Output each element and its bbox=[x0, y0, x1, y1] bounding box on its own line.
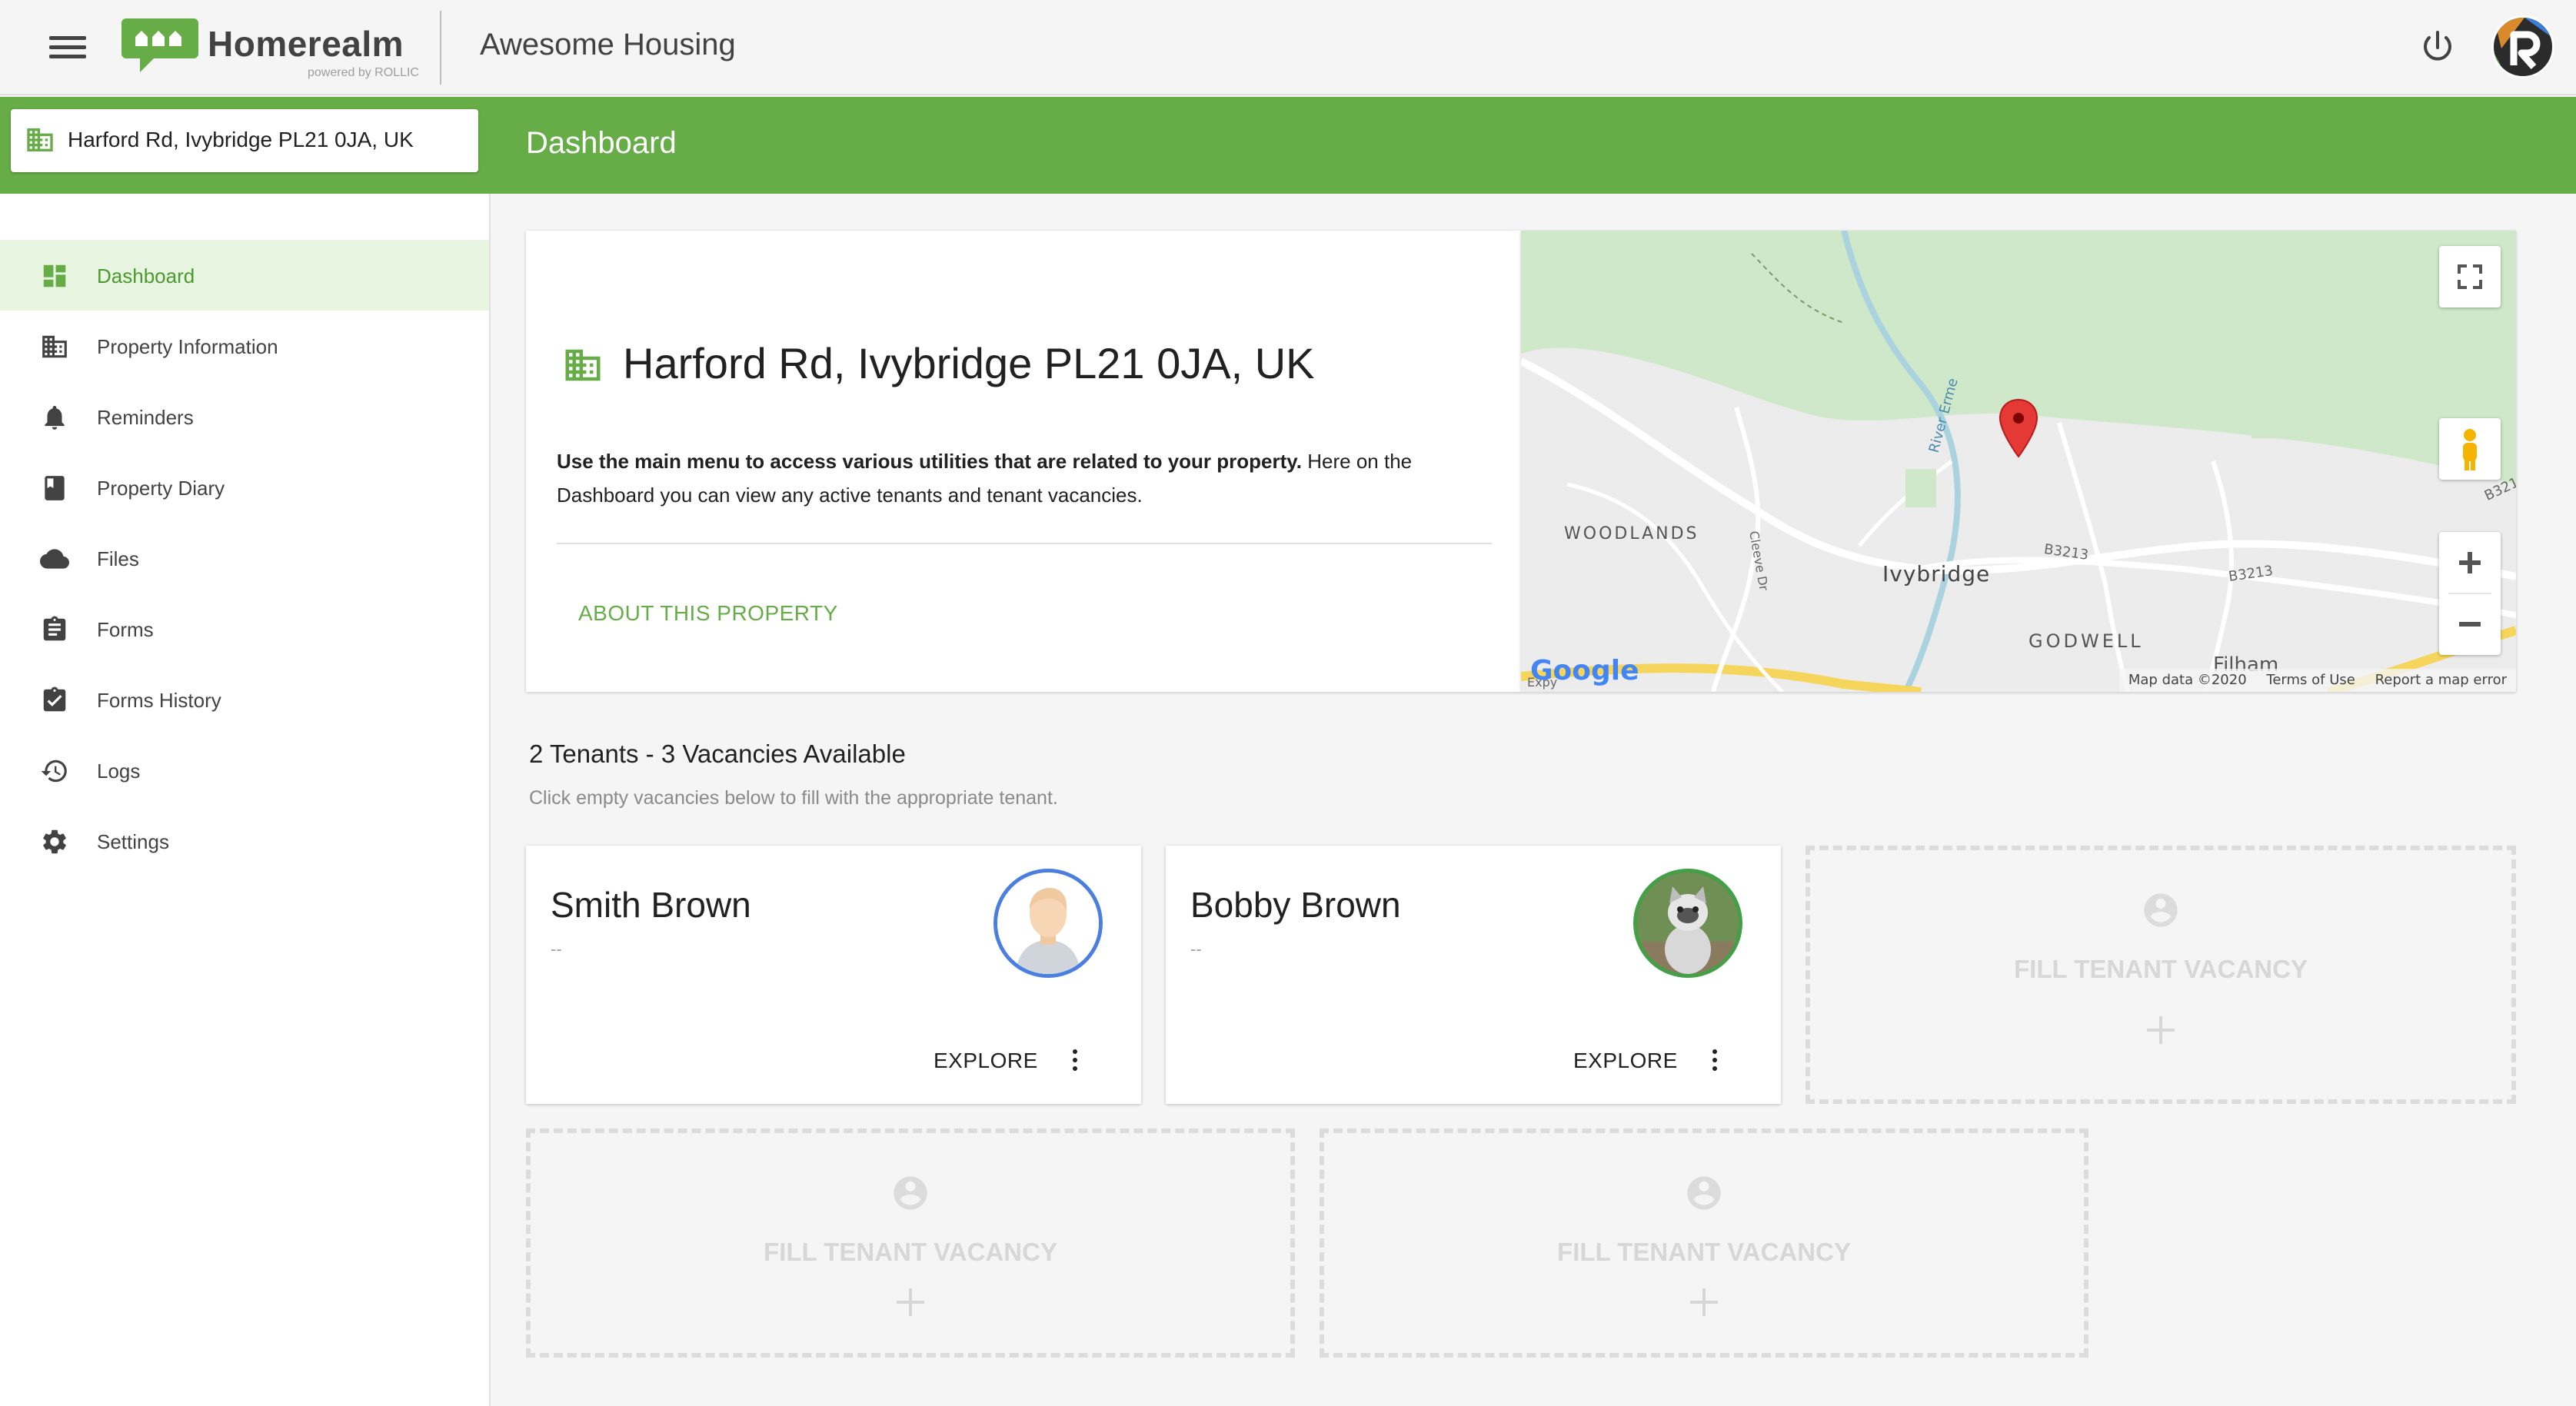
tenant-name: Bobby Brown bbox=[1190, 885, 1401, 925]
sidebar-item-label: Settings bbox=[97, 830, 169, 853]
main-content: Harford Rd, Ivybridge PL21 0JA, UK Use t… bbox=[491, 194, 2576, 1406]
map-data-attribution: Map data ©2020 bbox=[2128, 672, 2247, 688]
explore-button[interactable]: EXPLORE bbox=[934, 1049, 1038, 1073]
gear-icon bbox=[43, 829, 66, 854]
map-marker-icon[interactable] bbox=[1998, 398, 2039, 460]
sidebar-item-dashboard[interactable]: Dashboard bbox=[0, 240, 489, 311]
user-avatar[interactable] bbox=[2491, 15, 2554, 78]
tenant-name: Smith Brown bbox=[551, 885, 751, 925]
fill-vacancy-card[interactable]: FILL TENANT VACANCY bbox=[1320, 1128, 2088, 1358]
tenant-avatar bbox=[1633, 869, 1742, 978]
map-tiles bbox=[1521, 231, 2516, 692]
plus-icon bbox=[897, 1288, 924, 1316]
fill-vacancy-label: FILL TENANT VACANCY bbox=[2014, 955, 2308, 983]
account-circle-icon bbox=[2144, 893, 2178, 927]
tenants-subheading: Click empty vacancies below to fill with… bbox=[529, 787, 1058, 809]
tenant-avatar bbox=[993, 869, 1103, 978]
tenant-card[interactable]: Smith Brown -- EXPLORE bbox=[526, 846, 1141, 1104]
explore-button[interactable]: EXPLORE bbox=[1573, 1049, 1678, 1073]
brand-powered-by: powered by ROLLIC bbox=[308, 66, 419, 79]
fill-vacancy-label: FILL TENANT VACANCY bbox=[764, 1238, 1057, 1266]
property-info-card: Harford Rd, Ivybridge PL21 0JA, UK Use t… bbox=[526, 231, 1521, 692]
fill-vacancy-card[interactable]: FILL TENANT VACANCY bbox=[1806, 846, 2516, 1104]
property-intro-text: Use the main menu to access various util… bbox=[557, 444, 1495, 512]
sidebar-item-label: Dashboard bbox=[97, 264, 195, 288]
map-label-woodlands: WOODLANDS bbox=[1564, 524, 1699, 543]
street-view-pegman[interactable] bbox=[2439, 418, 2501, 480]
history-icon bbox=[41, 760, 67, 783]
sidebar-item-label: Property Information bbox=[97, 335, 278, 358]
pegman-icon bbox=[2463, 429, 2477, 470]
account-circle-icon bbox=[1687, 1176, 1721, 1210]
property-selector[interactable]: Harford Rd, Ivybridge PL21 0JA, UK bbox=[11, 109, 478, 172]
hamburger-menu-icon[interactable] bbox=[49, 31, 86, 65]
google-logo: Google bbox=[1530, 655, 1639, 686]
sidebar-item-property-information[interactable]: Property Information bbox=[0, 311, 489, 381]
cloud-icon bbox=[40, 549, 69, 569]
zoom-in-icon[interactable] bbox=[2439, 532, 2501, 593]
plus-icon bbox=[2147, 1016, 2175, 1044]
tenant-card[interactable]: Bobby Brown -- EXPLORE bbox=[1166, 846, 1781, 1104]
about-property-link[interactable]: ABOUT THIS PROPERTY bbox=[578, 601, 838, 626]
divider bbox=[440, 11, 441, 85]
tenant-subtext: -- bbox=[551, 939, 562, 959]
fullscreen-button[interactable] bbox=[2439, 246, 2501, 307]
divider bbox=[557, 543, 1492, 544]
sidebar-item-settings[interactable]: Settings bbox=[0, 806, 489, 876]
power-icon[interactable] bbox=[2416, 26, 2459, 69]
building-icon bbox=[565, 349, 601, 381]
fullscreen-icon bbox=[2458, 264, 2482, 289]
fill-vacancy-label: FILL TENANT VACANCY bbox=[1557, 1238, 1851, 1266]
account-circle-icon bbox=[894, 1176, 927, 1210]
sidebar-item-label: Reminders bbox=[97, 406, 194, 429]
dashboard-icon bbox=[43, 264, 66, 288]
clipboard-check-icon bbox=[43, 686, 66, 712]
sidebar-item-logs[interactable]: Logs bbox=[0, 735, 489, 806]
sidebar-item-label: Forms bbox=[97, 618, 154, 641]
sidebar-item-label: Logs bbox=[97, 760, 141, 783]
sidebar: Dashboard Property Information Reminders… bbox=[0, 194, 491, 1406]
zoom-controls bbox=[2439, 532, 2501, 655]
terms-of-use-link[interactable]: Terms of Use bbox=[2266, 672, 2355, 688]
page-title: Dashboard bbox=[526, 126, 677, 160]
report-map-error-link[interactable]: Report a map error bbox=[2375, 672, 2507, 688]
tenant-subtext: -- bbox=[1190, 939, 1202, 959]
property-map[interactable]: WOODLANDS Ivybridge GODWELL Filham River… bbox=[1521, 231, 2516, 692]
sidebar-item-files[interactable]: Files bbox=[0, 523, 489, 593]
bell-icon bbox=[45, 405, 65, 430]
homerealm-logo bbox=[121, 18, 198, 72]
plus-icon bbox=[1690, 1288, 1718, 1316]
clipboard-icon bbox=[43, 616, 66, 641]
sidebar-item-label: Files bbox=[97, 547, 139, 570]
tenants-heading: 2 Tenants - 3 Vacancies Available bbox=[529, 740, 906, 768]
property-title: Harford Rd, Ivybridge PL21 0JA, UK bbox=[623, 339, 1315, 387]
building-icon bbox=[27, 128, 53, 151]
sidebar-item-label: Property Diary bbox=[97, 477, 225, 500]
sidebar-item-reminders[interactable]: Reminders bbox=[0, 381, 489, 452]
brand-name: Homerealm bbox=[208, 24, 404, 64]
sidebar-item-property-diary[interactable]: Property Diary bbox=[0, 452, 489, 523]
book-icon bbox=[45, 476, 65, 500]
map-attribution: Map data ©2020 Terms of Use Report a map… bbox=[2118, 669, 2516, 692]
sidebar-item-forms[interactable]: Forms bbox=[0, 593, 489, 664]
property-selector-value: Harford Rd, Ivybridge PL21 0JA, UK bbox=[68, 128, 414, 151]
fill-vacancy-card[interactable]: FILL TENANT VACANCY bbox=[526, 1128, 1295, 1358]
building-icon bbox=[42, 335, 67, 358]
map-label-godwell: GODWELL bbox=[2029, 630, 2144, 652]
top-app-bar: Homerealm powered by ROLLIC Awesome Hous… bbox=[0, 0, 2576, 95]
more-options-icon[interactable] bbox=[1067, 1045, 1083, 1076]
organization-name: Awesome Housing bbox=[480, 28, 736, 61]
map-label-ivybridge: Ivybridge bbox=[1882, 561, 1991, 587]
intro-bold-text: Use the main menu to access various util… bbox=[557, 450, 1303, 473]
sidebar-item-forms-history[interactable]: Forms History bbox=[0, 664, 489, 735]
more-options-icon[interactable] bbox=[1707, 1045, 1722, 1076]
zoom-out-icon[interactable] bbox=[2439, 593, 2501, 655]
sidebar-item-label: Forms History bbox=[97, 689, 221, 712]
